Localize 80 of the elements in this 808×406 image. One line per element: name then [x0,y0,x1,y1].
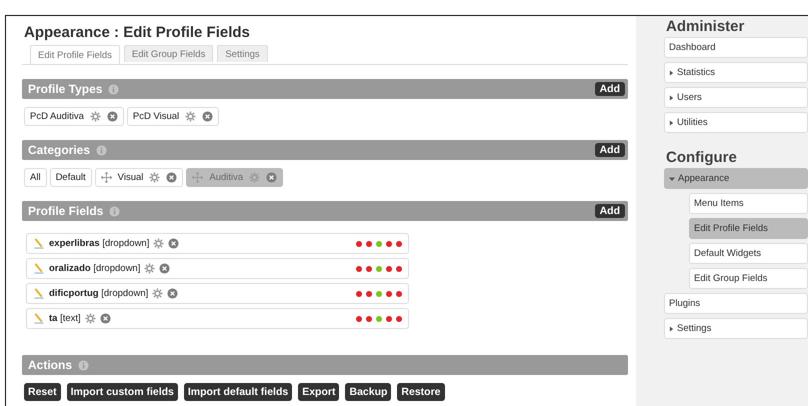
action-button[interactable]: Import default fields [184,383,292,401]
field-name: dificportug [dropdown] [49,288,148,299]
profile-field-row[interactable]: experlibras [dropdown] [26,233,409,254]
move-icon[interactable] [192,172,204,183]
delete-icon[interactable] [266,172,278,183]
chip-label: Default [56,172,86,183]
pencil-icon[interactable] [33,313,45,324]
profile-type-chip[interactable]: PcD Auditiva [24,107,124,126]
sidebar-item[interactable]: Appearance [664,168,808,189]
action-button[interactable]: Import custom fields [66,383,178,401]
delete-icon[interactable] [100,313,111,324]
add-button[interactable]: Add [594,143,625,157]
gear-icon[interactable] [84,313,96,324]
tab[interactable]: Edit Group Fields [124,45,214,62]
gear-icon[interactable] [153,238,164,249]
sidebar-item[interactable]: Users [664,87,808,108]
section-title: Profile Types [28,82,102,96]
field-name: ta [text] [49,313,81,324]
sidebar-item[interactable]: Dashboard [664,37,808,58]
caret-right-icon[interactable] [669,326,674,332]
caret-right-icon[interactable] [669,70,674,76]
profile-field-row[interactable]: dificportug [dropdown] [26,283,409,304]
caret-right-icon[interactable] [669,120,674,126]
delete-icon[interactable] [167,288,178,299]
sidebar-item[interactable]: Default Widgets [689,243,808,264]
pencil-icon[interactable] [33,238,45,249]
gear-icon[interactable] [149,172,160,183]
action-button[interactable]: Restore [397,383,445,401]
gear-icon[interactable] [185,111,196,122]
sidebar-item[interactable]: Menu Items [689,193,808,214]
profile-field-row[interactable]: ta [text] [26,308,409,329]
profile-field-row[interactable]: oralizado [dropdown] [26,258,409,279]
delete-icon[interactable] [168,238,180,249]
caret-right-icon[interactable] [669,94,674,100]
profile-type-chip[interactable]: PcD Visual [126,107,220,126]
chip-label: PcD Auditiva [30,111,84,122]
sidebar-item[interactable]: Utilities [664,112,808,133]
page-title: Appearance : Edit Profile Fields [24,24,251,41]
section-title: Actions [28,358,72,372]
category-chip[interactable]: Default [50,168,92,187]
sidebar-item[interactable]: Edit Group Fields [689,268,808,289]
sidebar-item[interactable]: Settings [664,318,808,339]
sidebar-item[interactable]: Edit Profile Fields [689,218,808,239]
info-icon[interactable] [96,144,108,156]
add-button[interactable]: Add [594,204,625,218]
tab[interactable]: Edit Profile Fields [30,45,120,64]
delete-icon[interactable] [166,172,178,183]
caret-down-icon[interactable] [669,176,675,182]
move-icon[interactable] [100,172,112,183]
pencil-icon[interactable] [33,288,45,299]
info-icon[interactable] [109,206,120,216]
field-name: oralizado [dropdown] [49,263,140,274]
category-chip[interactable]: All [24,168,47,187]
sidebar-item[interactable]: Plugins [664,293,808,314]
section-title: Profile Fields [28,204,104,218]
action-button[interactable]: Reset [24,383,61,401]
pencil-icon[interactable] [33,263,45,274]
chip-label: Auditiva [209,172,244,183]
info-icon[interactable] [108,84,120,94]
gear-icon[interactable] [249,172,260,183]
action-button[interactable]: Backup [345,383,392,401]
gear-icon[interactable] [144,263,156,274]
delete-icon[interactable] [202,111,214,122]
action-button[interactable]: Export [298,383,340,401]
sidebar-heading: Administer [666,18,746,35]
gear-icon[interactable] [90,111,101,122]
tab[interactable]: Settings [217,45,268,62]
chip-label: Visual [118,172,144,183]
chip-label: All [30,172,41,183]
sidebar-item[interactable]: Statistics [664,62,808,83]
info-icon[interactable] [78,360,90,370]
add-button[interactable]: Add [594,82,625,96]
chip-label: PcD Visual [132,111,180,122]
delete-icon[interactable] [159,263,170,274]
delete-icon[interactable] [106,111,118,122]
gear-icon[interactable] [152,288,164,299]
section-title: Categories [28,143,90,157]
sidebar-heading: Configure [666,149,738,166]
field-name: experlibras [dropdown] [49,238,150,249]
category-chip[interactable]: Visual [94,168,184,187]
